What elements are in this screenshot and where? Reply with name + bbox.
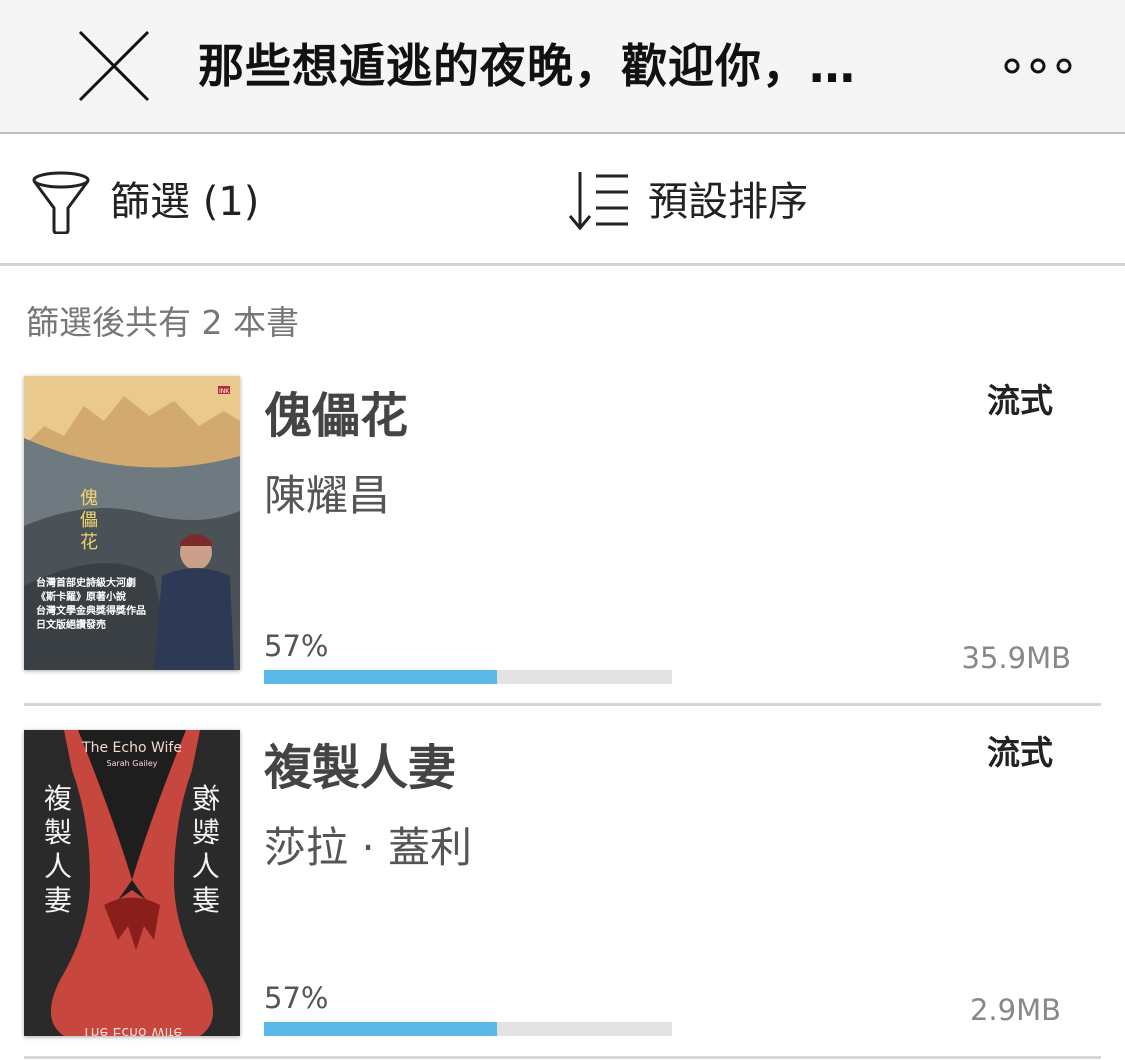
book-title: 傀儡花 [264, 388, 409, 444]
book-author: 莎拉 · 蓋利 [264, 823, 473, 872]
top-bar: 那些想遁逃的夜晚，歡迎你，… [0, 0, 1125, 134]
filter-button[interactable]: 篩選 (1) [30, 164, 290, 238]
book-author: 陳耀昌 [264, 471, 391, 520]
format-badge: 流式 [987, 733, 1053, 772]
filter-sort-toolbar: 篩選 (1) 預設排序 [0, 134, 1125, 266]
funnel-icon [32, 171, 90, 234]
svg-text:人: 人 [44, 850, 72, 883]
format-badge: 流式 [987, 381, 1053, 420]
close-button[interactable] [76, 28, 152, 104]
svg-text:複: 複 [44, 782, 72, 815]
file-size: 2.9MB [969, 993, 1061, 1027]
svg-text:The Echo Wife: The Echo Wife [81, 1024, 182, 1036]
book-item[interactable]: 傀 儡 花 台灣首部史詩級大河劇 《斯卡羅》原著小說 台灣文學金典獎得獎作品 日… [0, 370, 1125, 706]
file-size: 35.9MB [961, 641, 1072, 675]
divider [24, 1056, 1101, 1059]
book-cover: The Echo Wife Sarah Gailey 複 製 人 妻 複 製 人… [24, 730, 240, 1036]
filter-label: 篩選 (1) [110, 179, 260, 225]
svg-text:妻: 妻 [192, 884, 220, 917]
svg-text:複: 複 [192, 782, 220, 815]
sort-button[interactable]: 預設排序 [566, 164, 846, 238]
book-item[interactable]: The Echo Wife Sarah Gailey 複 製 人 妻 複 製 人… [0, 722, 1125, 1058]
svg-text:傀: 傀 [80, 488, 98, 509]
svg-text:花: 花 [80, 532, 98, 553]
book-cover: 傀 儡 花 台灣首部史詩級大河劇 《斯卡羅》原著小說 台灣文學金典獎得獎作品 日… [24, 376, 240, 670]
svg-text:儡: 儡 [80, 510, 98, 531]
svg-text:台灣文學金典獎得獎作品: 台灣文學金典獎得獎作品 [36, 604, 146, 617]
progress-bar [264, 670, 672, 684]
divider [24, 703, 1101, 706]
progress-text: 57% [264, 981, 329, 1015]
svg-text:Sarah Gailey: Sarah Gailey [107, 759, 158, 768]
progress-fill [264, 670, 497, 684]
more-icon [1004, 58, 1072, 74]
close-icon [78, 30, 150, 102]
progress-bar [264, 1022, 672, 1036]
svg-text:The Echo Wife: The Echo Wife [81, 740, 182, 756]
page-title: 那些想遁逃的夜晚，歡迎你，… [198, 39, 856, 93]
svg-text:製: 製 [192, 816, 220, 849]
progress-text: 57% [264, 629, 329, 663]
svg-text:製: 製 [44, 816, 72, 849]
svg-text:日文版絕讚發売: 日文版絕讚發売 [36, 618, 106, 631]
svg-text:妻: 妻 [44, 884, 72, 917]
progress-fill [264, 1022, 497, 1036]
book-title: 複製人妻 [264, 740, 457, 796]
svg-text:INK: INK [219, 388, 230, 395]
more-button[interactable] [1000, 50, 1080, 82]
svg-text:台灣首部史詩級大河劇: 台灣首部史詩級大河劇 [36, 576, 136, 589]
result-count: 篩選後共有 2 本書 [26, 303, 299, 342]
sort-icon [568, 172, 628, 231]
sort-label: 預設排序 [648, 179, 808, 225]
svg-text:《斯卡羅》原著小說: 《斯卡羅》原著小說 [36, 590, 126, 603]
svg-text:人: 人 [192, 850, 220, 883]
